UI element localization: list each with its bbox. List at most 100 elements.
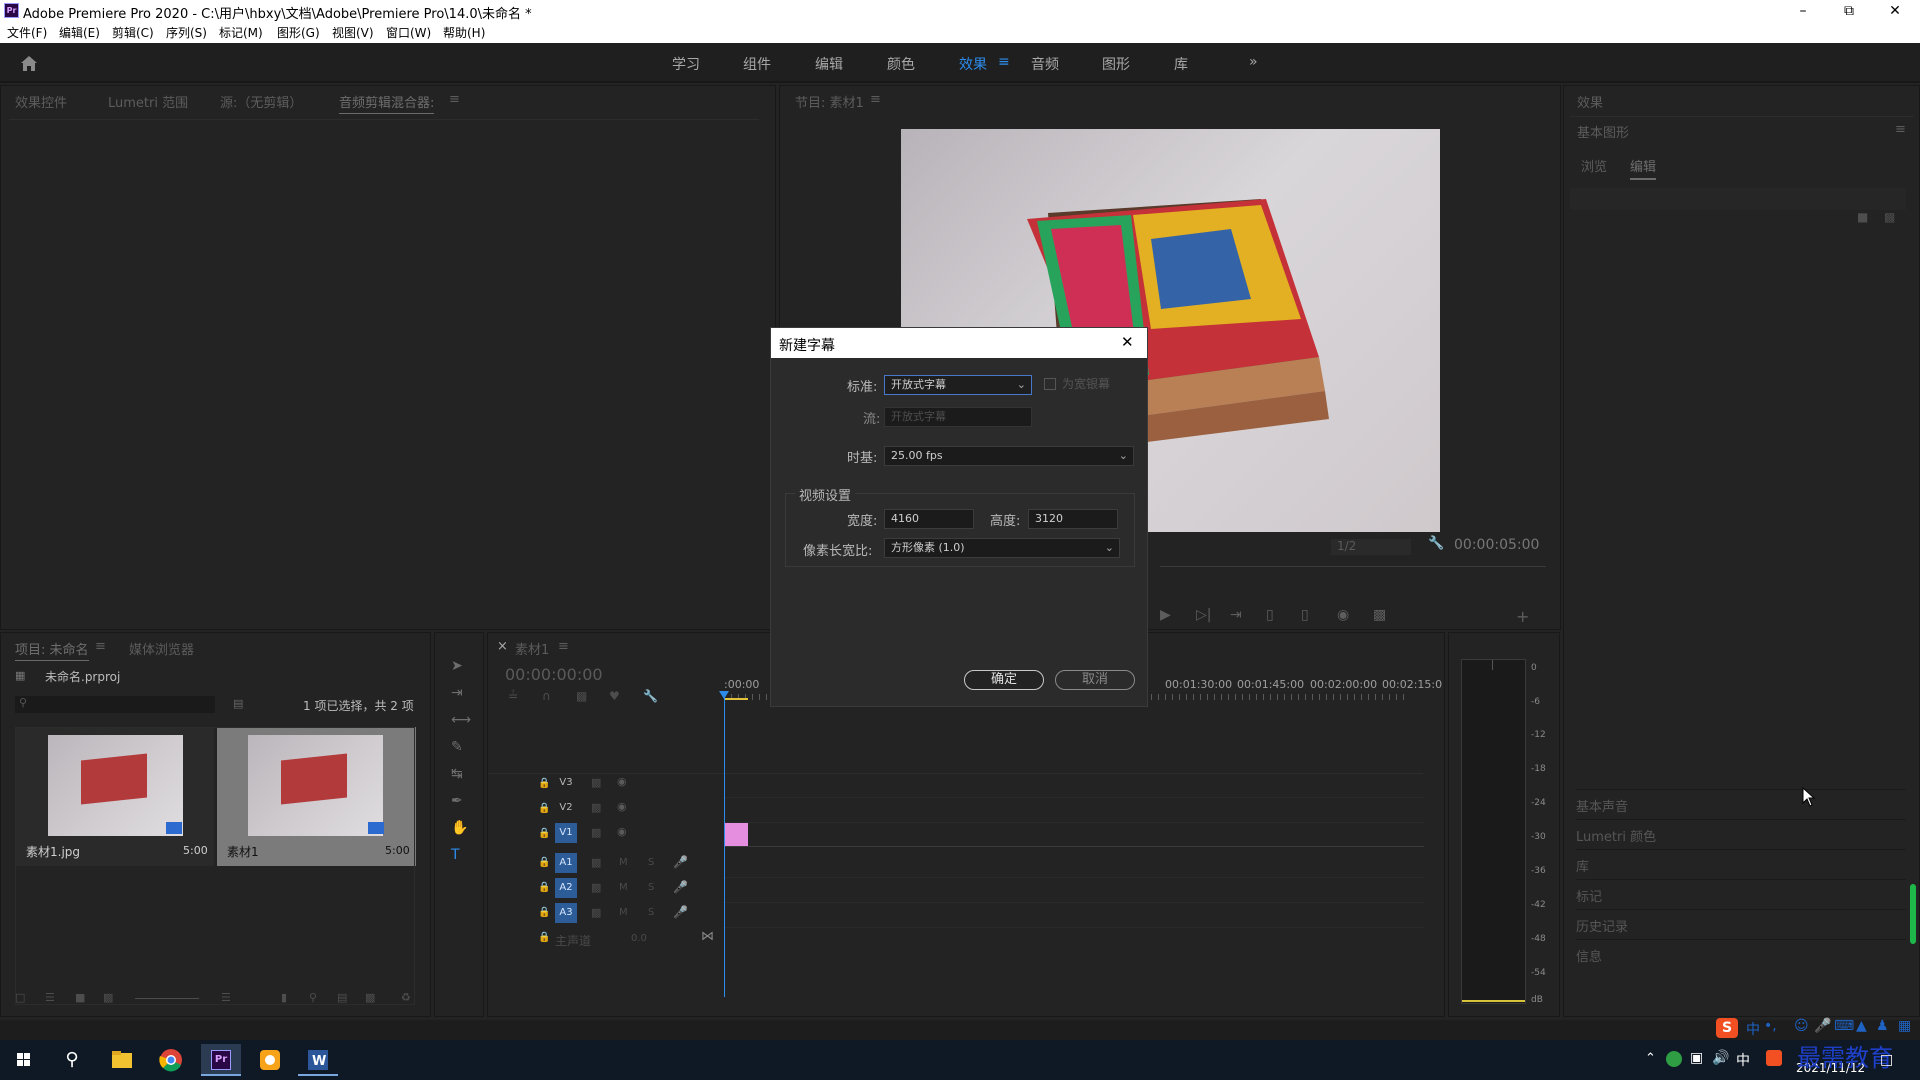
ime-mode[interactable]: 中 bbox=[1746, 1019, 1760, 1039]
sequence-menu-icon[interactable]: ≡ bbox=[558, 639, 569, 654]
pen-tool-icon[interactable]: ✒ bbox=[451, 788, 471, 815]
marker-icon[interactable]: ♥ bbox=[609, 689, 620, 703]
film-icon[interactable]: ▩ bbox=[591, 801, 601, 814]
automate-icon[interactable]: ▮ bbox=[281, 991, 287, 1004]
track-a2-label[interactable]: A2 bbox=[555, 878, 577, 898]
project-search-input[interactable]: ⚲ bbox=[15, 696, 215, 713]
pixel-aspect-select[interactable]: 方形像素 (1.0) ⌄ bbox=[884, 538, 1120, 558]
lock-track-icon[interactable]: 🔒 bbox=[538, 932, 550, 943]
list-view-icon[interactable]: ☰ bbox=[45, 991, 55, 1004]
sync-icon[interactable]: ▩ bbox=[591, 906, 601, 919]
premiere-taskbar-icon[interactable]: Pr bbox=[201, 1044, 241, 1076]
add-button-icon[interactable]: + bbox=[1516, 607, 1529, 626]
panel-libraries[interactable]: 库 bbox=[1576, 849, 1906, 878]
new-bin-icon[interactable]: ▤ bbox=[233, 697, 243, 710]
step-forward-icon[interactable]: ▷| bbox=[1196, 607, 1211, 623]
volume-icon[interactable]: 🔊 bbox=[1712, 1050, 1729, 1066]
menu-clip[interactable]: 剪辑(C) bbox=[112, 24, 154, 41]
tab-browse[interactable]: 浏览 bbox=[1581, 156, 1607, 175]
workspace-assembly[interactable]: 组件 bbox=[743, 54, 771, 74]
find-icon[interactable]: ⚲ bbox=[309, 991, 317, 1004]
new-item-icon[interactable]: ▩ bbox=[365, 991, 375, 1004]
extract-icon[interactable]: ▯ bbox=[1301, 607, 1309, 623]
master-volume-value[interactable]: 0.0 bbox=[631, 933, 647, 944]
mute-button[interactable]: M bbox=[619, 857, 628, 868]
playhead-handle[interactable] bbox=[719, 691, 729, 699]
toolbox-icon[interactable]: ▦ bbox=[1898, 1018, 1911, 1034]
solo-button[interactable]: S bbox=[648, 857, 654, 868]
tab-lumetri-scopes[interactable]: Lumetri 范围 bbox=[108, 92, 188, 111]
menu-marker[interactable]: 标记(M) bbox=[219, 24, 263, 41]
folder-icon[interactable]: ■ bbox=[1857, 210, 1868, 224]
mute-button[interactable]: M bbox=[619, 882, 628, 893]
lock-icon[interactable]: □ bbox=[15, 991, 25, 1004]
menu-window[interactable]: 窗口(W) bbox=[386, 24, 431, 41]
tab-edit[interactable]: 编辑 bbox=[1630, 156, 1657, 180]
lift-icon[interactable]: ▯ bbox=[1266, 607, 1274, 623]
track-a3-label[interactable]: A3 bbox=[555, 903, 577, 923]
solo-button[interactable]: S bbox=[648, 882, 654, 893]
type-tool-icon[interactable]: T bbox=[451, 842, 471, 869]
ime-tray-icon[interactable]: 中 bbox=[1736, 1050, 1750, 1070]
stream-select[interactable]: 开放式字幕 bbox=[884, 407, 1032, 427]
file-explorer-icon[interactable] bbox=[102, 1044, 142, 1076]
menu-sequence[interactable]: 序列(S) bbox=[166, 24, 207, 41]
playhead[interactable] bbox=[724, 697, 725, 997]
ripple-edit-tool-icon[interactable]: ⟷ bbox=[451, 707, 471, 734]
essential-graphics-title[interactable]: 基本图形 bbox=[1577, 122, 1629, 141]
lock-track-icon[interactable]: 🔒 bbox=[538, 907, 550, 918]
track-v2-label[interactable]: V2 bbox=[555, 798, 577, 818]
notification-icon[interactable]: □ bbox=[1880, 1052, 1893, 1068]
standard-select[interactable]: 开放式字幕 ⌄ bbox=[884, 375, 1032, 395]
workspace-menu-icon[interactable]: ≡ bbox=[998, 54, 1010, 70]
user-icon[interactable]: ♟ bbox=[1876, 1018, 1889, 1034]
lock-track-icon[interactable]: 🔒 bbox=[538, 882, 550, 893]
tray-chevron-icon[interactable]: ⌃ bbox=[1645, 1051, 1656, 1066]
eye-icon[interactable]: ◉ bbox=[617, 775, 627, 788]
track-select-tool-icon[interactable]: ⇥ bbox=[451, 680, 471, 707]
track-a1-label[interactable]: A1 bbox=[555, 853, 577, 873]
workspace-effects[interactable]: 效果 bbox=[959, 54, 987, 74]
program-menu-icon[interactable]: ≡ bbox=[870, 92, 881, 107]
timebase-select[interactable]: 25.00 fps ⌄ bbox=[884, 446, 1134, 466]
tab-source[interactable]: 源:（无剪辑） bbox=[220, 92, 302, 111]
new-layer-icon[interactable]: ▩ bbox=[1884, 210, 1895, 224]
compare-icon[interactable]: ▩ bbox=[1373, 607, 1386, 623]
width-input[interactable]: 4160 bbox=[884, 509, 974, 529]
razor-tool-icon[interactable]: ✎ bbox=[451, 734, 471, 761]
film-icon[interactable]: ▩ bbox=[591, 776, 601, 789]
wrench-icon[interactable]: 🔧 bbox=[1428, 536, 1444, 551]
tab-media-browser[interactable]: 媒体浏览器 bbox=[129, 639, 194, 658]
voice-icon[interactable]: 🎤 bbox=[1814, 1018, 1831, 1034]
cancel-button[interactable]: 取消 bbox=[1055, 670, 1135, 690]
freeform-view-icon[interactable]: ▩ bbox=[103, 991, 113, 1004]
track-v1-label[interactable]: V1 bbox=[555, 823, 577, 843]
workspace-editing[interactable]: 编辑 bbox=[815, 54, 843, 74]
tab-program[interactable]: 节目: 素材1 bbox=[795, 92, 864, 111]
tray-app-icon[interactable] bbox=[1666, 1051, 1682, 1067]
widescreen-checkbox[interactable] bbox=[1044, 378, 1056, 390]
eye-icon[interactable]: ◉ bbox=[617, 800, 627, 813]
hand-tool-icon[interactable]: ✋ bbox=[451, 815, 471, 842]
microphone-icon[interactable]: 🎤 bbox=[673, 855, 688, 869]
timeline-timecode[interactable]: 00:00:00:00 bbox=[505, 665, 603, 684]
panel-menu-icon[interactable]: ≡ bbox=[449, 92, 460, 107]
workspace-libraries[interactable]: 库 bbox=[1174, 54, 1188, 74]
camera-icon[interactable]: ◉ bbox=[1337, 607, 1349, 623]
zoom-slider[interactable] bbox=[135, 998, 199, 999]
menu-edit[interactable]: 编辑(E) bbox=[59, 24, 100, 41]
dialog-close-icon[interactable]: ✕ bbox=[1121, 333, 1134, 351]
home-icon[interactable] bbox=[19, 54, 39, 72]
windows-start-icon[interactable] bbox=[4, 1044, 44, 1076]
chrome-icon[interactable] bbox=[151, 1044, 191, 1076]
linked-icon[interactable]: ▩ bbox=[576, 689, 587, 703]
lock-track-icon[interactable]: 🔒 bbox=[538, 828, 550, 839]
collapse-tracks-icon[interactable]: ⋈ bbox=[701, 929, 714, 944]
tab-project[interactable]: 项目: 未命名 bbox=[15, 639, 89, 661]
go-to-out-icon[interactable]: ⇥ bbox=[1230, 607, 1242, 623]
film-icon[interactable]: ▩ bbox=[591, 826, 601, 839]
lock-track-icon[interactable]: 🔒 bbox=[538, 803, 550, 814]
workspace-graphics[interactable]: 图形 bbox=[1102, 54, 1130, 74]
project-menu-icon[interactable]: ≡ bbox=[95, 639, 106, 654]
height-input[interactable]: 3120 bbox=[1028, 509, 1118, 529]
